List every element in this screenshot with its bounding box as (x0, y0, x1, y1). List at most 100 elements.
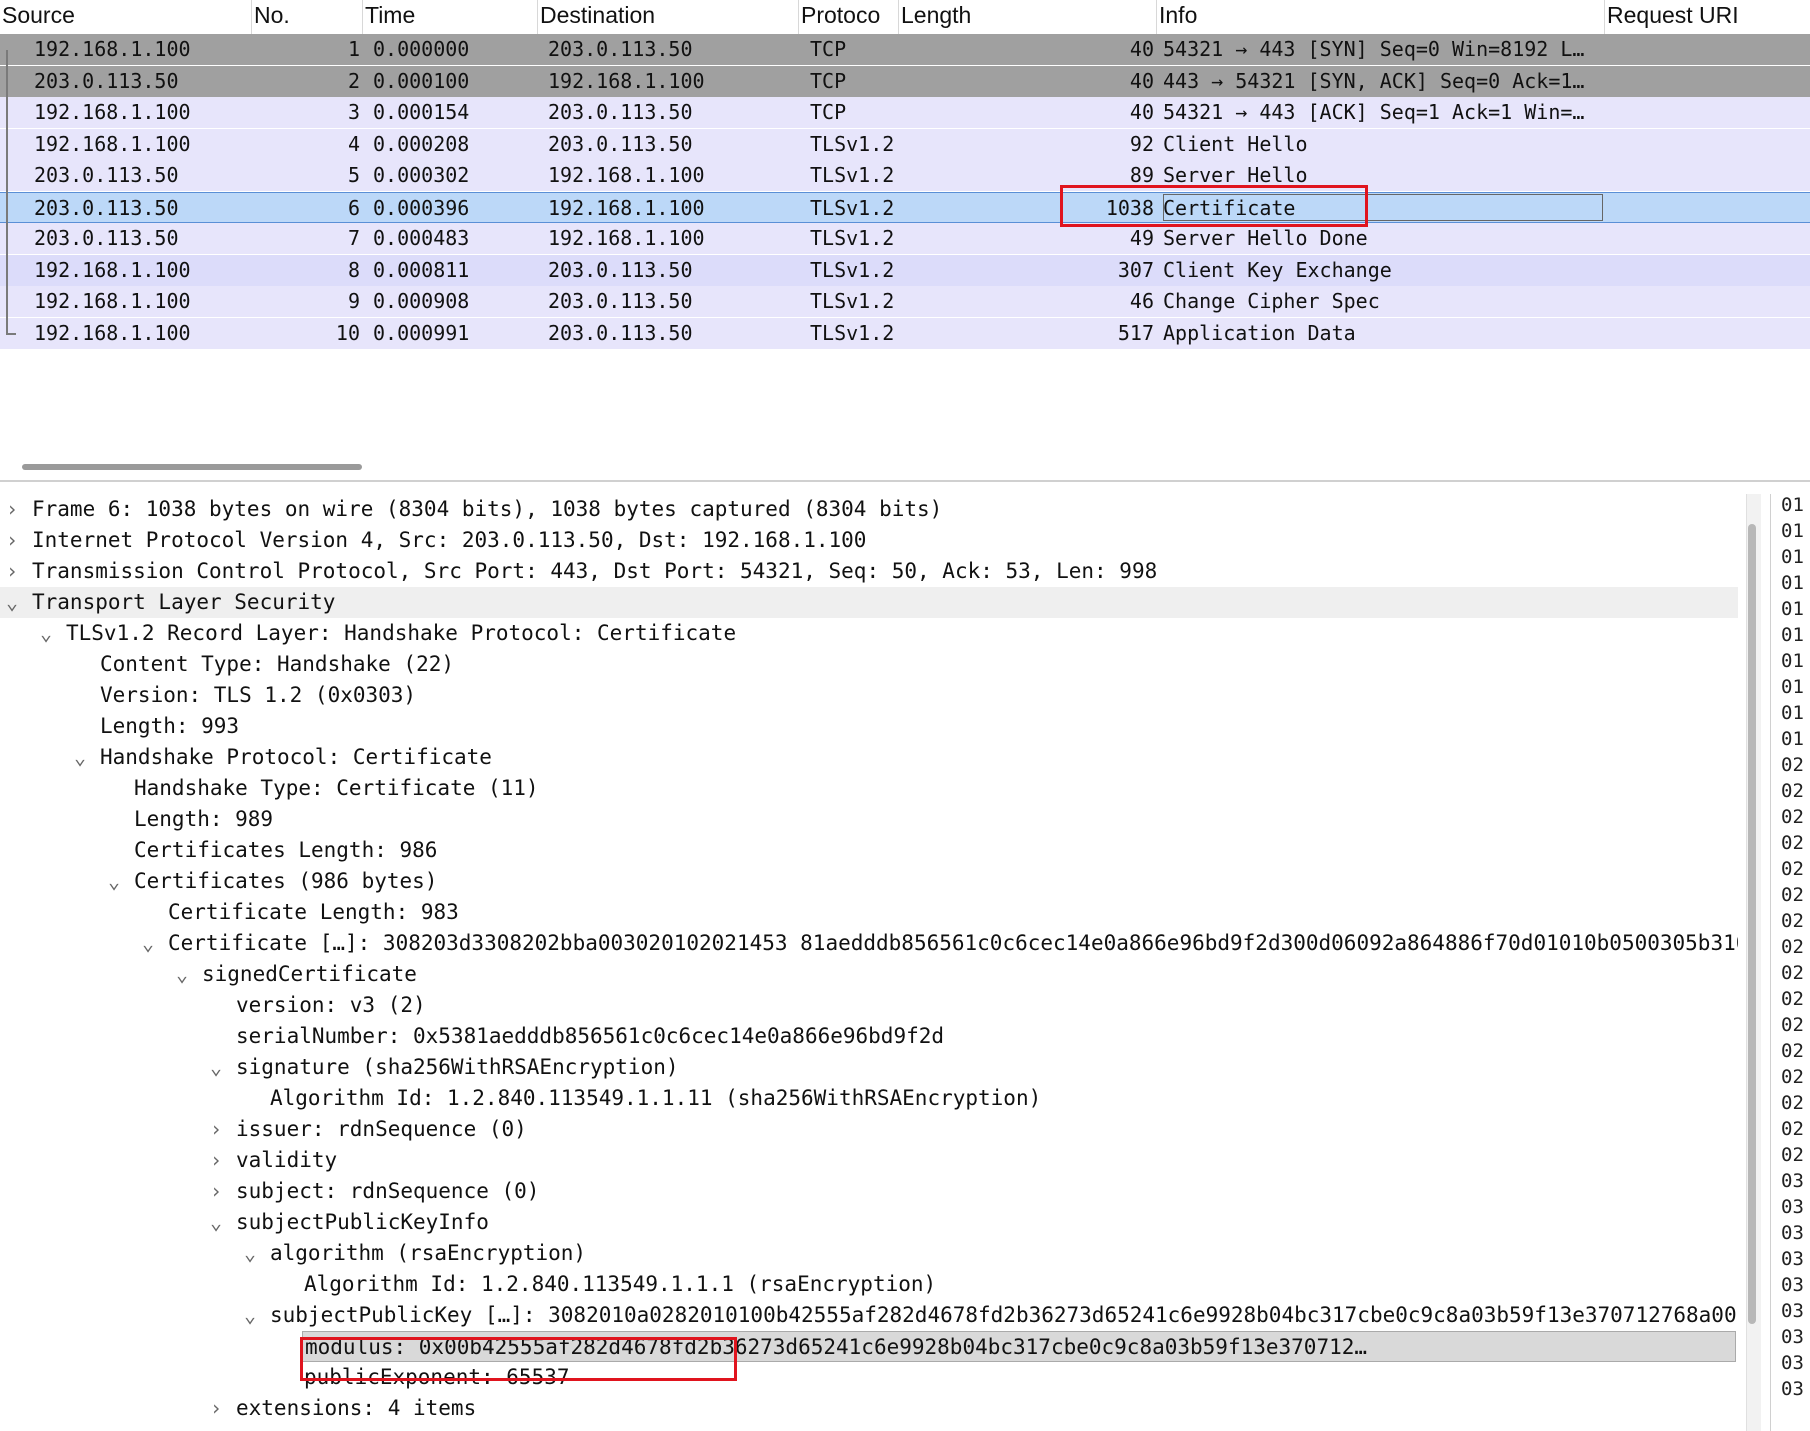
packet-row[interactable]: 192.168.1.100 10 0.000991 203.0.113.50 TLSv1… (0, 317, 1810, 349)
tree-node[interactable]: Version: TLS 1.2 (0x0303) (0, 680, 1738, 711)
tree-node[interactable]: ⌄ TLSv1.2 Record Layer: Handshake Protoco… (0, 618, 1738, 649)
expand-arrow-icon[interactable]: › (204, 1114, 228, 1145)
column-header-request-uri[interactable]: Request URI (1605, 0, 1810, 34)
tree-node[interactable]: serialNumber: 0x5381aedddb856561c0c6cec1… (0, 1021, 1738, 1052)
collapse-arrow-icon[interactable]: ⌄ (170, 959, 194, 990)
tree-node-label: Certificate Length: 983 (168, 900, 459, 924)
collapse-arrow-icon[interactable]: ⌄ (102, 866, 126, 897)
collapse-arrow-icon[interactable]: ⌄ (136, 928, 160, 959)
column-header-source[interactable]: Source (0, 0, 252, 34)
tree-node[interactable]: publicExponent: 65537 (0, 1362, 1738, 1393)
tree-node[interactable]: Length: 989 (0, 804, 1738, 835)
expand-arrow-icon[interactable]: › (0, 525, 24, 556)
column-header-protocol[interactable]: Protoco (799, 0, 899, 34)
collapse-arrow-icon[interactable]: ⌄ (238, 1238, 262, 1269)
expand-arrow-icon[interactable]: › (0, 494, 24, 525)
packet-row[interactable]: 203.0.113.50 2 0.000100 192.168.1.100 TCP 40 4… (0, 65, 1810, 97)
packet-row[interactable]: 192.168.1.100 8 0.000811 203.0.113.50 TLSv1.… (0, 254, 1810, 286)
tree-node[interactable]: Handshake Type: Certificate (11) (0, 773, 1738, 804)
bytes-offset: 01 (1781, 520, 1804, 542)
column-header-length[interactable]: Length (899, 0, 1157, 34)
tree-node[interactable]: › subject: rdnSequence (0) (0, 1176, 1738, 1207)
tree-node[interactable]: Certificates Length: 986 (0, 835, 1738, 866)
tree-node-label: modulus: 0x00b42555af282d4678fd2b36273d6… (305, 1335, 1368, 1359)
tree-node[interactable]: modulus: 0x00b42555af282d4678fd2b36273d6… (302, 1331, 1736, 1362)
collapse-arrow-icon[interactable]: ⌄ (68, 742, 92, 773)
packet-row[interactable]: 192.168.1.100 4 0.000208 203.0.113.50 TLSv1.… (0, 128, 1810, 160)
tree-node[interactable]: ⌄ Certificates (986 bytes) (0, 866, 1738, 897)
tree-node[interactable]: Certificate Length: 983 (0, 897, 1738, 928)
collapse-arrow-icon[interactable]: ⌄ (238, 1300, 262, 1331)
collapse-arrow-icon[interactable]: ⌄ (204, 1052, 228, 1083)
tree-node[interactable]: ⌄ Handshake Protocol: Certificate (0, 742, 1738, 773)
tree-node[interactable]: › Transmission Control Protocol, Src Port… (0, 556, 1738, 587)
tree-node[interactable]: ⌄ Certificate […]: 308203d3308202bba00302… (0, 928, 1738, 959)
bytes-offset: 03 (1781, 1300, 1804, 1322)
cell-destination: 192.168.1.100 (548, 68, 705, 93)
tree-node[interactable]: Content Type: Handshake (22) (0, 649, 1738, 680)
tree-node[interactable]: Algorithm Id: 1.2.840.113549.1.1.1 (rsaE… (0, 1269, 1738, 1300)
collapse-arrow-icon[interactable]: ⌄ (204, 1207, 228, 1238)
tree-node[interactable]: ⌄ Transport Layer Security (0, 587, 1738, 618)
tree-node[interactable]: › issuer: rdnSequence (0) (0, 1114, 1738, 1145)
tree-node[interactable]: › validity (0, 1145, 1738, 1176)
tree-node-label: Certificates (986 bytes) (134, 869, 438, 893)
cell-no: 3 (347, 100, 360, 124)
tree-node-label: Handshake Protocol: Certificate (100, 745, 492, 769)
tree-node-label: Frame 6: 1038 bytes on wire (8304 bits),… (32, 497, 943, 521)
vscrollbar-thumb[interactable] (1748, 524, 1756, 1324)
expand-arrow-icon[interactable]: › (204, 1145, 228, 1176)
bytes-offset: 02 (1781, 832, 1804, 854)
bytes-offset: 03 (1781, 1248, 1804, 1270)
tree-node[interactable]: ⌄ subjectPublicKey […]: 3082010a028201010… (0, 1300, 1738, 1331)
cell-source: 192.168.1.100 (34, 131, 191, 156)
tree-node[interactable]: › Frame 6: 1038 bytes on wire (8304 bits)… (0, 494, 1738, 525)
tree-node[interactable]: Length: 993 (0, 711, 1738, 742)
expand-arrow-icon[interactable]: › (0, 556, 24, 587)
column-header-destination[interactable]: Destination (538, 0, 799, 34)
bytes-offset: 01 (1781, 650, 1804, 672)
tree-node-label: Algorithm Id: 1.2.840.113549.1.1.11 (sha… (270, 1086, 1042, 1110)
cell-destination: 203.0.113.50 (548, 257, 693, 282)
cell-info: Application Data (1163, 320, 1356, 345)
tree-node[interactable]: Algorithm Id: 1.2.840.113549.1.1.11 (sha… (0, 1083, 1738, 1114)
packet-row[interactable]: 203.0.113.50 5 0.000302 192.168.1.100 TLSv1.… (0, 160, 1810, 191)
cell-destination: 192.168.1.100 (548, 163, 705, 187)
bytes-offset: 01 (1781, 676, 1804, 698)
cell-no: 1 (347, 37, 360, 61)
packet-row[interactable]: 192.168.1.100 9 0.000908 203.0.113.50 TLSv1.… (0, 286, 1810, 317)
tree-node-label: Transmission Control Protocol, Src Port:… (32, 559, 1158, 583)
tree-node[interactable]: ⌄ signature (sha256WithRSAEncryption) (0, 1052, 1738, 1083)
cell-no: 8 (347, 257, 360, 282)
tree-node[interactable]: › Internet Protocol Version 4, Src: 203.0… (0, 525, 1738, 556)
column-header-time[interactable]: Time (363, 0, 538, 34)
tree-node[interactable]: ⌄ algorithm (rsaEncryption) (0, 1238, 1738, 1269)
tree-node-label: subjectPublicKeyInfo (236, 1210, 489, 1234)
cell-source: 192.168.1.100 (34, 289, 191, 313)
tree-node[interactable]: › extensions: 4 items (0, 1393, 1738, 1424)
tree-node[interactable]: ⌄ subjectPublicKeyInfo (0, 1207, 1738, 1238)
tree-node-label: Certificates Length: 986 (134, 838, 438, 862)
tree-node[interactable]: ⌄ signedCertificate (0, 959, 1738, 990)
cell-no: 6 (347, 195, 360, 220)
expand-arrow-icon[interactable]: › (204, 1176, 228, 1207)
packet-list-header: Source No. Time Destination Protoco Leng… (0, 0, 1810, 34)
packet-row[interactable]: 192.168.1.100 1 0.000000 203.0.113.50 TCP 40 5… (0, 34, 1810, 65)
cell-time: 0.000154 (373, 100, 470, 124)
packet-row[interactable]: 203.0.113.50 6 0.000396 192.168.1.100 TLSv1.… (0, 191, 1810, 223)
tree-node-label: publicExponent: 65537 (304, 1365, 570, 1389)
tree-node[interactable]: version: v3 (2) (0, 990, 1738, 1021)
expand-arrow-icon[interactable]: › (204, 1393, 228, 1424)
cell-length: 40 (1129, 37, 1154, 61)
cell-time: 0.000302 (373, 163, 470, 187)
packet-row[interactable]: 203.0.113.50 7 0.000483 192.168.1.100 TLSv1.… (0, 223, 1810, 254)
collapse-arrow-icon[interactable]: ⌄ (34, 618, 58, 649)
hscrollbar-thumb[interactable] (22, 464, 362, 470)
column-header-info[interactable]: Info (1157, 0, 1605, 34)
bytes-offset: 02 (1781, 780, 1804, 802)
tree-node-label: signature (sha256WithRSAEncryption) (236, 1055, 679, 1079)
collapse-arrow-icon[interactable]: ⌄ (0, 587, 24, 618)
column-header-no[interactable]: No. (252, 0, 363, 34)
pane-splitter[interactable] (0, 480, 1810, 482)
packet-row[interactable]: 192.168.1.100 3 0.000154 203.0.113.50 TCP 40 5… (0, 97, 1810, 128)
